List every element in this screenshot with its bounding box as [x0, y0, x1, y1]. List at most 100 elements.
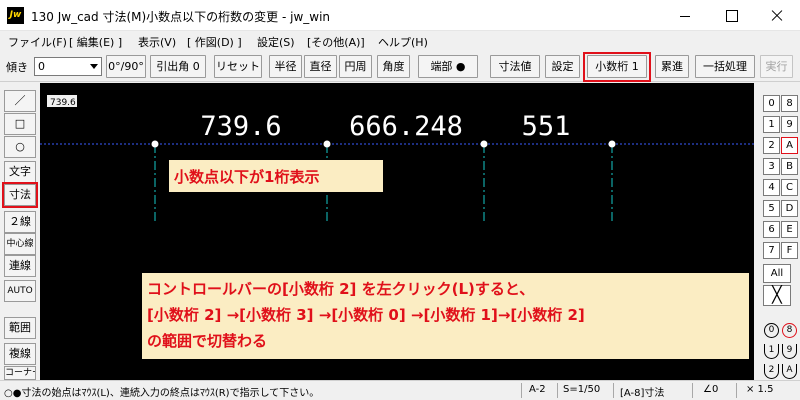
annotation-line-2: [小数桁 2] →[小数桁 3] →[小数桁 0] →[小数桁 1]→[小数桁 …: [147, 306, 585, 324]
scale-indicator[interactable]: S=1/50: [563, 384, 600, 395]
layer-group-5-button[interactable]: 5: [763, 200, 780, 217]
all-layers-button[interactable]: All: [763, 264, 791, 283]
dimension-value-3: 551: [522, 111, 571, 142]
menu-draw[interactable]: [ 作図(D) ]: [187, 34, 242, 50]
leader-angle-button[interactable]: 引出角 0: [150, 55, 206, 78]
layer-indicator[interactable]: [A-8]寸法: [620, 384, 664, 399]
corner-tool-button[interactable]: コーナー: [4, 366, 36, 380]
layer-group-3-button[interactable]: 3: [763, 158, 780, 175]
layer-8-button[interactable]: 8: [781, 322, 798, 339]
layer-0-button[interactable]: 0: [763, 322, 780, 339]
layer-group-f-button[interactable]: F: [781, 242, 798, 259]
radius-button[interactable]: 半径: [269, 55, 302, 78]
layer-group-c-button[interactable]: C: [781, 179, 798, 196]
menu-help[interactable]: ヘルプ(H): [378, 34, 428, 50]
circle-tool-button[interactable]: ○: [4, 136, 36, 158]
execute-button[interactable]: 実行: [760, 55, 793, 78]
status-divider: [736, 383, 737, 398]
text-tool-button[interactable]: 文字: [4, 161, 36, 183]
layer-2-label: 2: [764, 364, 779, 379]
zoom-factor[interactable]: × 1.5: [746, 384, 773, 395]
layer-9-button[interactable]: 9: [781, 342, 798, 359]
batch-process-button[interactable]: 一括処理: [695, 55, 755, 78]
app-icon: Jw: [7, 7, 24, 24]
layer-group-a-button[interactable]: A: [781, 137, 798, 154]
menu-edit[interactable]: [ 編集(E) ]: [69, 34, 122, 50]
status-divider: [557, 383, 558, 398]
tilt-value: 0: [38, 60, 45, 73]
rect-tool-button[interactable]: □: [4, 113, 36, 135]
dim-endpoint-4: [608, 140, 616, 148]
layer-0-label: 0: [764, 323, 779, 338]
layer-group-6-button[interactable]: 6: [763, 221, 780, 238]
maximize-icon[interactable]: [708, 0, 754, 31]
angle-indicator[interactable]: ∠0: [703, 384, 718, 395]
circumference-button[interactable]: 円周: [339, 55, 372, 78]
layer-1-button[interactable]: 1: [763, 342, 780, 359]
status-message: ○●寸法の始点はﾏｳｽ(L)、連続入力の終点はﾏｳｽ(R)で指示して下さい。: [4, 388, 320, 399]
line-tool-button[interactable]: ／: [4, 90, 36, 112]
status-divider: [521, 383, 522, 398]
menu-file[interactable]: ファイル(F): [8, 34, 67, 50]
layer-group-b-button[interactable]: B: [781, 158, 798, 175]
cumulative-button[interactable]: 累進: [655, 55, 689, 78]
cross-icon[interactable]: ╳: [763, 285, 791, 306]
double-line-tool-button[interactable]: ２線: [4, 211, 36, 233]
layer-9-label: 9: [782, 344, 797, 359]
close-icon[interactable]: [754, 0, 800, 31]
diameter-button[interactable]: 直径: [304, 55, 337, 78]
dim-endpoint-3: [480, 140, 488, 148]
tilt-combo[interactable]: 0: [34, 57, 102, 76]
layer-group-9-button[interactable]: 9: [781, 116, 798, 133]
drawing-canvas[interactable]: 739.6 739.6 666.248 551 小数点以下が1桁表示 コントロー…: [40, 83, 754, 380]
layer-group-7-button[interactable]: 7: [763, 242, 780, 259]
window-title: 130 Jw_cad 寸法(M)小数点以下の桁数の変更 - jw_win: [31, 10, 331, 24]
dimension-tool-button[interactable]: 寸法: [4, 184, 36, 206]
dimension-value-2: 666.248: [349, 111, 463, 142]
paper-size[interactable]: A-2: [529, 384, 546, 395]
angle-0-90-button[interactable]: 0°/90°: [106, 55, 146, 78]
dimension-value-1: 739.6: [200, 111, 281, 142]
tilt-label: 傾き: [6, 61, 28, 74]
reset-button[interactable]: リセット: [214, 55, 262, 78]
status-divider: [692, 383, 693, 398]
annotation-decimal-cycle: コントロールバーの[小数桁 2] を左クリック(L)すると、 [小数桁 2] →…: [142, 273, 749, 359]
continuous-line-tool-button[interactable]: 連線: [4, 255, 36, 277]
menu-bar: ファイル(F) [ 編集(E) ] 表示(V) [ 作図(D) ] 設定(S) …: [0, 31, 800, 51]
status-bar: ○●寸法の始点はﾏｳｽ(L)、連続入力の終点はﾏｳｽ(R)で指示して下さい。 A…: [0, 380, 800, 400]
layer-group-1-button[interactable]: 1: [763, 116, 780, 133]
menu-other[interactable]: [その他(A)]: [307, 34, 365, 50]
dim-endpoint-1: [151, 140, 159, 148]
minimize-icon[interactable]: [662, 0, 708, 31]
menu-settings[interactable]: 設定(S): [257, 34, 295, 50]
dim-settings-button[interactable]: 設定: [545, 55, 580, 78]
centerline-tool-button[interactable]: 中心線: [4, 233, 36, 255]
layer-a-label: A: [782, 364, 797, 379]
layer-1-label: 1: [764, 344, 779, 359]
dim-endpoint-2: [323, 140, 331, 148]
offset-tool-button[interactable]: 複線: [4, 343, 36, 365]
layer-2-button[interactable]: 2: [763, 362, 780, 379]
layer-group-0-button[interactable]: 0: [763, 95, 780, 112]
auto-tool-button[interactable]: AUTO: [4, 280, 36, 302]
annotation-line-1: コントロールバーの[小数桁 2] を左クリック(L)すると、: [147, 280, 535, 298]
dim-value-button[interactable]: 寸法値: [490, 55, 540, 78]
layer-group-e-button[interactable]: E: [781, 221, 798, 238]
layer-group-d-button[interactable]: D: [781, 200, 798, 217]
angle-button[interactable]: 角度: [377, 55, 410, 78]
chevron-down-icon[interactable]: [90, 64, 98, 69]
layer-a-button[interactable]: A: [781, 362, 798, 379]
range-tool-button[interactable]: 範囲: [4, 317, 36, 339]
end-mark-button[interactable]: 端部 ●: [418, 55, 478, 78]
layer-group-4-button[interactable]: 4: [763, 179, 780, 196]
control-bar: 傾き 0 0°/90° 引出角 0 リセット 半径 直径 円周 角度 端部 ● …: [0, 51, 800, 82]
status-divider: [613, 383, 614, 398]
annotation-line-3: の範囲で切替わる: [147, 332, 268, 350]
corner-label: 739.6: [50, 98, 76, 108]
layer-group-8-button[interactable]: 8: [781, 95, 798, 112]
layer-8-label: 8: [782, 323, 797, 338]
menu-view[interactable]: 表示(V): [138, 34, 176, 50]
decimal-places-button[interactable]: 小数桁 1: [587, 55, 647, 78]
layer-group-2-button[interactable]: 2: [763, 137, 780, 154]
right-toolbar: 0 8 1 9 2 A 3 B 4 C 5 D 6 E 7 F All ╳ 0 …: [754, 83, 800, 380]
